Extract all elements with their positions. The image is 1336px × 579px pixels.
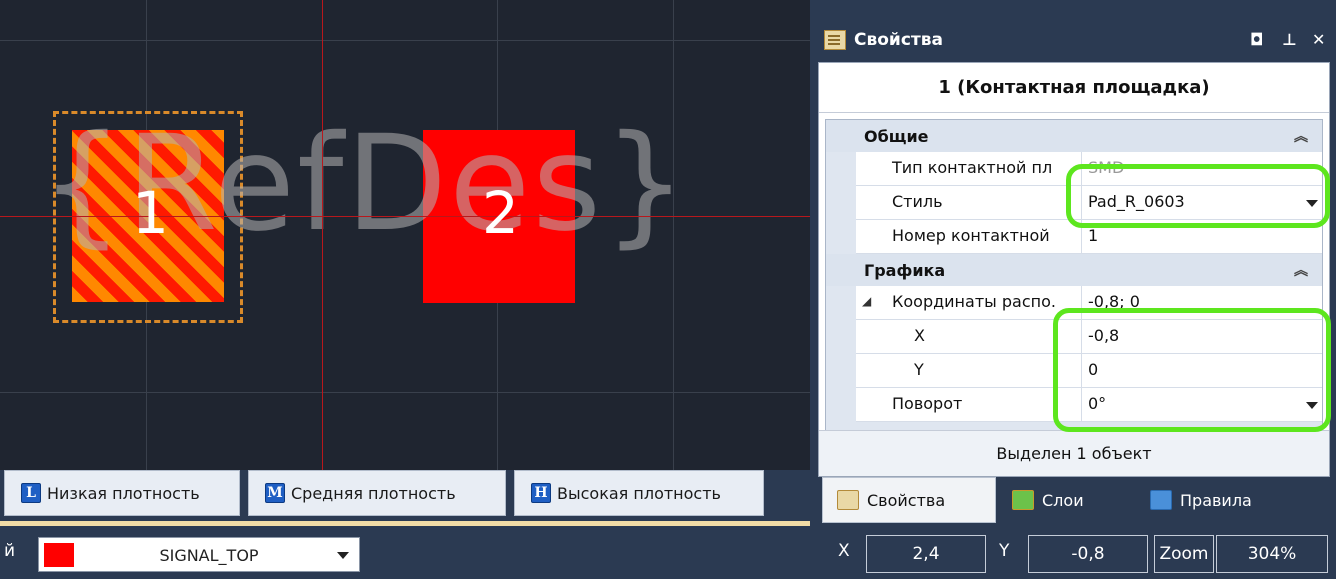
tab-layers-label: Слои xyxy=(1042,490,1084,510)
x-coordinate: 2,4 xyxy=(866,535,986,573)
property-name: Y xyxy=(914,360,924,379)
density-tab-bar: L Низкая плотность M Средняя плотность H… xyxy=(0,470,810,526)
property-name: Координаты распо. xyxy=(892,292,1056,311)
property-name: Стиль xyxy=(892,192,943,211)
layer-label-fragment: й xyxy=(4,541,16,561)
restore-icon[interactable]: ◘ xyxy=(1250,30,1263,49)
tab-rules-label: Правила xyxy=(1180,490,1252,510)
property-name: Номер контактной xyxy=(892,226,1050,245)
category-general-label: Общие xyxy=(864,126,929,146)
properties-title-bar: Свойства ◘ ⊥ ✕ xyxy=(812,18,1336,62)
property-name: Поворот xyxy=(892,394,963,413)
properties-icon xyxy=(837,490,859,510)
property-name: X xyxy=(914,326,925,345)
pad-1-number: 1 xyxy=(132,179,169,247)
tab-medium-density[interactable]: M Средняя плотность xyxy=(248,470,506,516)
properties-title: Свойства xyxy=(854,30,943,50)
highlight-coordinates xyxy=(1053,308,1331,432)
tab-high-density-label: Высокая плотность xyxy=(557,483,721,503)
category-graphics[interactable]: Графика ︽ xyxy=(826,254,1322,286)
properties-icon xyxy=(824,30,846,50)
status-bar: й SIGNAL_TOP X 2,4 Y -0,8 Zoom 304% xyxy=(0,527,1336,579)
y-coordinate: -0,8 xyxy=(1028,535,1148,573)
pin-icon[interactable]: ⊥ xyxy=(1282,30,1297,49)
layer-name: SIGNAL_TOP xyxy=(159,546,259,565)
zoom-label: Zoom xyxy=(1154,535,1214,573)
low-density-icon: L xyxy=(21,483,41,503)
category-graphics-label: Графика xyxy=(864,260,946,280)
high-density-icon: H xyxy=(531,483,551,503)
tab-medium-density-label: Средняя плотность xyxy=(291,483,456,503)
properties-panel: Свойства ◘ ⊥ ✕ 1 (Контактная площадка) О… xyxy=(812,18,1336,527)
x-label: X xyxy=(838,541,850,561)
tab-properties-label: Свойства xyxy=(867,490,946,510)
layers-icon xyxy=(1012,490,1034,510)
tab-properties[interactable]: Свойства xyxy=(822,477,996,523)
selected-object-name: 1 (Контактная площадка) xyxy=(819,63,1329,113)
crosshair-vertical xyxy=(322,0,323,470)
crosshair-horizontal xyxy=(0,216,810,217)
grid-line xyxy=(0,40,810,41)
layer-color-swatch xyxy=(44,543,74,567)
zoom-value: 304% xyxy=(1216,535,1328,573)
tab-low-density[interactable]: L Низкая плотность xyxy=(4,470,240,516)
y-label: Y xyxy=(999,541,1010,561)
selection-status: Выделен 1 объект xyxy=(819,430,1329,476)
category-general[interactable]: Общие ︽ xyxy=(826,120,1322,152)
grid-line xyxy=(0,392,810,393)
tab-rules[interactable]: Правила xyxy=(1136,477,1306,523)
highlight-style xyxy=(1066,164,1330,228)
rules-icon xyxy=(1150,490,1172,510)
property-name: Тип контактной пл xyxy=(892,158,1053,177)
tab-low-density-label: Низкая плотность xyxy=(47,483,200,503)
layer-select[interactable]: SIGNAL_TOP xyxy=(38,537,360,572)
close-icon[interactable]: ✕ xyxy=(1312,30,1325,49)
medium-density-icon: M xyxy=(265,483,285,503)
collapse-icon[interactable]: ︽ xyxy=(1294,260,1308,280)
chevron-down-icon[interactable] xyxy=(337,552,349,559)
collapse-icon[interactable]: ︽ xyxy=(1294,126,1308,146)
tab-underline xyxy=(0,521,810,526)
pad-2-number: 2 xyxy=(482,179,519,247)
properties-tabs: Свойства Слои Правила xyxy=(818,477,1330,527)
tab-layers[interactable]: Слои xyxy=(998,477,1138,523)
pcb-canvas[interactable]: {RefDes} 1 2 xyxy=(0,0,810,470)
tab-high-density[interactable]: H Высокая плотность xyxy=(514,470,764,516)
